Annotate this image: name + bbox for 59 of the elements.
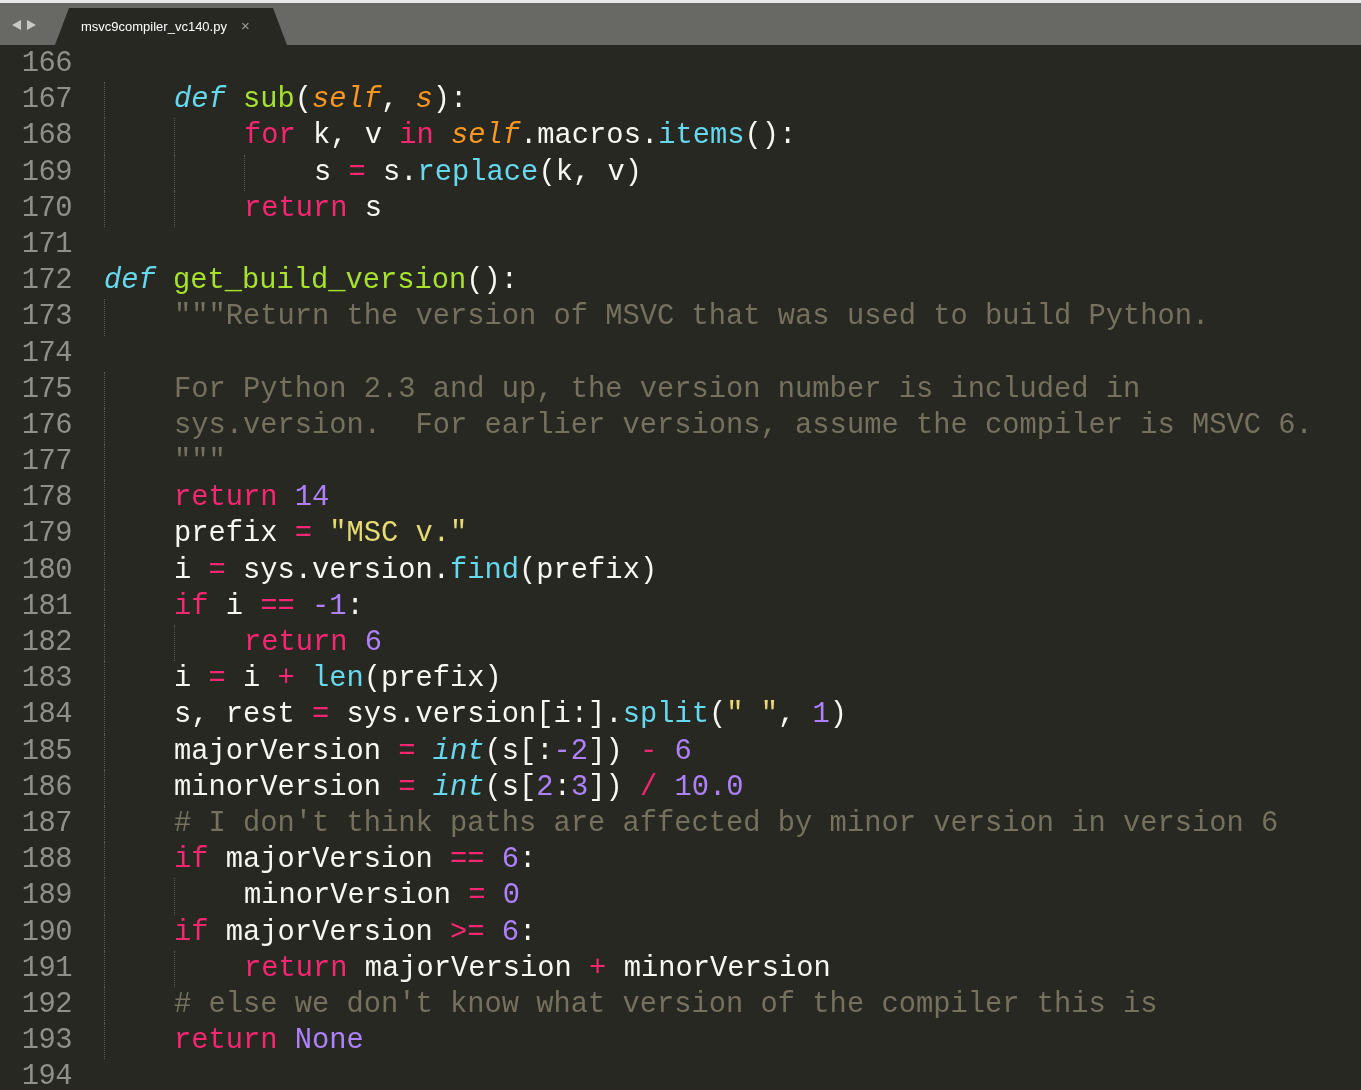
code-line: return 6 <box>244 625 383 661</box>
line-number: 190 <box>21 915 72 949</box>
code-line: return None <box>174 1023 364 1060</box>
line-number: 188 <box>21 843 72 877</box>
line-number: 181 <box>21 589 72 623</box>
code-line: sys.version. For earlier versions, assume the compiler is MSVC 6. <box>174 407 1313 444</box>
line-number: 180 <box>21 553 72 587</box>
close-tab-button[interactable]: × <box>240 15 250 38</box>
line-number: 184 <box>21 698 72 732</box>
code-line: i = i + len(prefix) <box>174 661 502 698</box>
code-line: def sub(self, s): <box>174 82 468 119</box>
code-line: if majorVersion >= 6: <box>174 914 537 951</box>
code-line: # I don't think paths are affected by minor version in version 6 <box>174 805 1279 842</box>
line-number: 167 <box>21 83 72 117</box>
code-line: if majorVersion == 6: <box>174 842 537 879</box>
line-number: 173 <box>21 300 72 334</box>
line-number: 191 <box>21 951 72 985</box>
code-line: return majorVersion + minorVersion <box>244 950 831 987</box>
line-number: 169 <box>21 155 72 189</box>
line-number: 194 <box>21 1060 72 1090</box>
line-number: 183 <box>21 662 72 696</box>
code-line: For Python 2.3 and up, the version number is included in <box>174 371 1141 408</box>
code-line: """ <box>174 444 226 481</box>
line-number: 171 <box>21 227 72 261</box>
line-number: 177 <box>21 445 72 479</box>
code-line: i = sys.version.find(prefix) <box>174 552 658 589</box>
line-number: 176 <box>21 408 72 442</box>
line-number: 170 <box>21 191 72 225</box>
line-number: 174 <box>21 336 72 370</box>
line-number: 192 <box>21 987 72 1021</box>
file-tab[interactable]: msvc9compiler_vc140.py × <box>55 8 287 45</box>
code-line: return s <box>244 190 383 227</box>
left-arrow-icon[interactable] <box>12 20 21 30</box>
line-number: 168 <box>21 119 72 153</box>
line-number: 178 <box>21 481 72 515</box>
line-number: 185 <box>21 734 72 768</box>
line-number: 187 <box>21 806 72 840</box>
code-line: s, rest = sys.version[i:].split(" ", 1) <box>174 697 847 734</box>
code-line: # else we don't know what version of the compiler this is <box>174 986 1158 1023</box>
tab-title: msvc9compiler_vc140.py <box>81 17 227 36</box>
right-arrow-icon[interactable] <box>27 20 36 30</box>
line-number: 179 <box>21 517 72 551</box>
line-number: 193 <box>21 1024 72 1058</box>
code-line: prefix = "MSC v." <box>174 516 468 553</box>
line-number: 186 <box>21 770 72 804</box>
line-number: 182 <box>21 626 72 659</box>
code-line: minorVersion = 0 <box>244 878 521 915</box>
code-line: if i == -1: <box>174 588 364 625</box>
code-line: s = s.replace(k, v) <box>314 154 642 191</box>
code-line: minorVersion = int(s[2:3]) / 10.0 <box>174 769 744 806</box>
code-line: majorVersion = int(s[:-2]) - 6 <box>174 733 692 770</box>
line-number: 189 <box>21 879 72 913</box>
code-line: for k, v in self.macros.items(): <box>244 118 797 155</box>
code-line: return 14 <box>174 480 330 517</box>
code-line: def get_build_version(): <box>104 263 519 300</box>
line-number: 172 <box>21 264 72 298</box>
line-number: 175 <box>21 372 72 406</box>
line-number: 166 <box>21 47 72 80</box>
code-line: """Return the version of MSVC that was used to build Python. <box>174 299 1210 336</box>
